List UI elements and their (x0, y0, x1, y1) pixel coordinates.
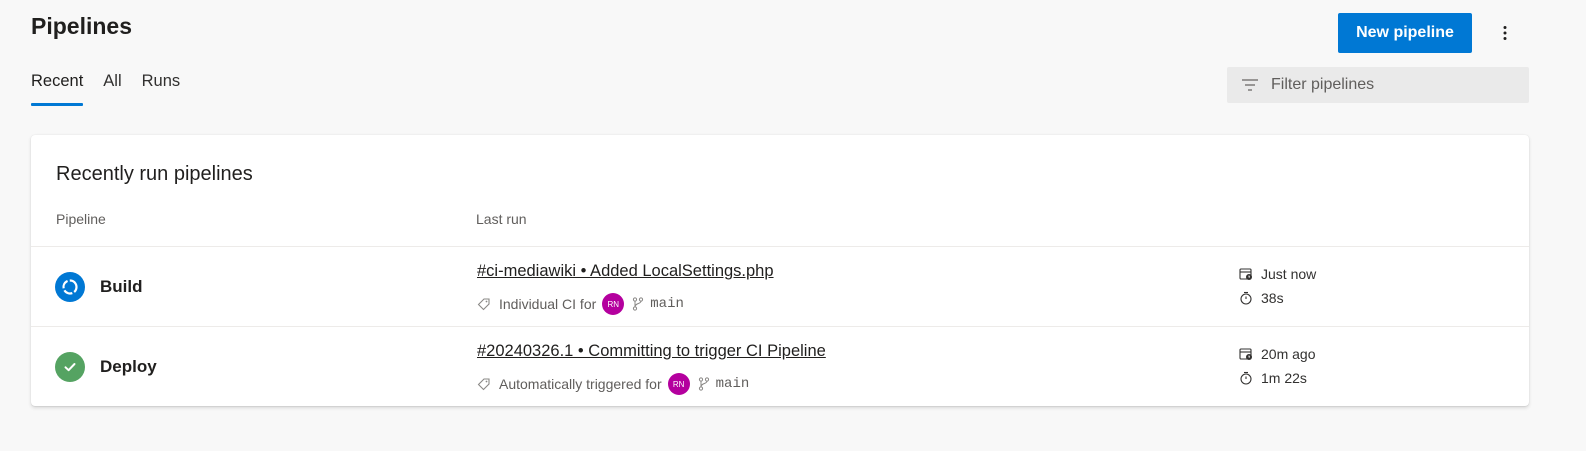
stopwatch-icon (1240, 371, 1252, 385)
more-vertical-icon (1503, 26, 1507, 40)
success-check-icon (55, 352, 85, 382)
run-started: 20m ago (1239, 346, 1315, 362)
run-duration: 1m 22s (1239, 370, 1307, 386)
started-text: Just now (1261, 266, 1317, 282)
branch-icon (698, 377, 709, 391)
branch-name: main (715, 376, 750, 392)
calendar-clock-icon (1239, 268, 1252, 280)
run-started: Just now (1239, 266, 1316, 282)
filter-pipelines-input[interactable] (1271, 76, 1511, 94)
trigger-text: Automatically triggered for (499, 376, 662, 392)
trigger-text: Individual CI for (499, 296, 597, 312)
pipeline-name[interactable]: Deploy (100, 357, 157, 377)
pipeline-name[interactable]: Build (100, 277, 143, 297)
run-title-link[interactable]: #20240326.1 • Committing to trigger CI P… (477, 342, 826, 361)
branch-name: main (650, 296, 684, 312)
avatar: RN (602, 293, 625, 315)
avatar: RN (667, 373, 690, 395)
filter-box[interactable] (1227, 67, 1529, 103)
run-meta: Automatically triggered for RN main (477, 373, 749, 395)
recent-pipelines-card: Recently run pipelines Pipeline Last run… (31, 135, 1529, 406)
tab-bar: Recent All Runs (31, 72, 180, 106)
duration-text: 38s (1261, 290, 1284, 306)
stopwatch-icon (1240, 291, 1252, 305)
table-row[interactable]: Deploy #20240326.1 • Committing to trigg… (31, 326, 1529, 406)
calendar-clock-icon (1239, 348, 1252, 360)
filter-icon (1242, 79, 1258, 91)
tab-all[interactable]: All (103, 72, 121, 106)
card-title: Recently run pipelines (56, 163, 253, 185)
page-title: Pipelines (31, 13, 132, 39)
run-title-link[interactable]: #ci-mediawiki • Added LocalSettings.php (477, 262, 774, 281)
in-progress-icon (55, 272, 85, 302)
tab-runs[interactable]: Runs (142, 72, 181, 106)
run-meta: Individual CI for RN main (477, 293, 684, 315)
tag-icon (477, 298, 490, 311)
new-pipeline-button[interactable]: New pipeline (1338, 13, 1472, 53)
column-header-pipeline: Pipeline (56, 211, 106, 227)
column-header-last-run: Last run (476, 211, 527, 227)
branch-icon (633, 297, 644, 311)
run-duration: 38s (1239, 290, 1284, 306)
more-options-button[interactable] (1490, 17, 1520, 49)
duration-text: 1m 22s (1261, 370, 1307, 386)
tag-icon (477, 378, 490, 391)
tab-recent[interactable]: Recent (31, 72, 84, 106)
started-text: 20m ago (1261, 346, 1316, 362)
table-row[interactable]: Build #ci-mediawiki • Added LocalSetting… (31, 246, 1529, 326)
